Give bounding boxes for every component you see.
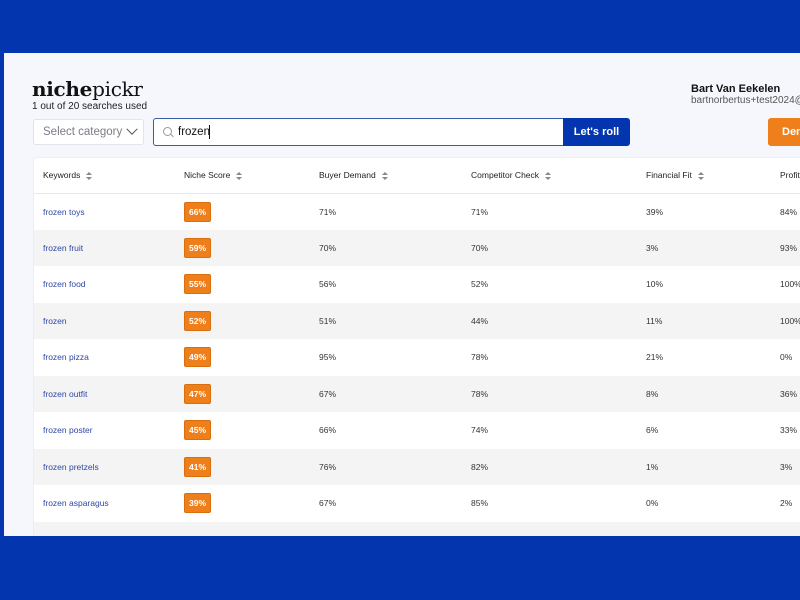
table-row: frozen poster 45% 66% 74% 6% 33%: [34, 412, 800, 449]
financial-fit-value: [637, 521, 771, 536]
table-row: frozen toys 66% 71% 71% 39% 84%: [34, 193, 800, 230]
niche-score-badge: 55%: [184, 274, 212, 295]
logo: nichepickr: [32, 77, 143, 101]
profit-value: 0%: [780, 352, 793, 363]
niche-score-badge: 47%: [184, 383, 212, 404]
category-placeholder: Select category: [43, 126, 123, 138]
profit-value: [771, 521, 800, 536]
competitor-check-value: 78%: [471, 352, 489, 363]
profit-value: 3%: [771, 448, 800, 485]
niche-score-badge: 45%: [184, 420, 212, 441]
results-table: Keywords Niche Score Buyer Demand Compet…: [34, 158, 800, 536]
financial-fit-value: 0%: [646, 498, 659, 509]
demo-button[interactable]: Demo: [768, 118, 800, 146]
financial-fit-value: 11%: [637, 302, 771, 339]
profit-value: 84%: [780, 206, 798, 217]
profit-value: 93%: [771, 229, 800, 266]
search-usage-counter: 1 out of 20 searches used: [32, 101, 148, 112]
buyer-demand-value: 56%: [319, 279, 337, 290]
keyword-link[interactable]: frozen asparagus: [43, 498, 109, 508]
column-header-buyer-demand[interactable]: Buyer Demand: [310, 158, 462, 194]
niche-score-badge: 39%: [184, 493, 212, 514]
financial-fit-value: 3%: [637, 229, 771, 266]
sort-icon[interactable]: [381, 172, 388, 180]
logo-bold: niche: [32, 77, 93, 101]
buyer-demand-value: 70%: [310, 229, 462, 266]
search-submit-button[interactable]: Let's roll: [563, 118, 630, 146]
financial-fit-value: 6%: [646, 425, 659, 436]
table-row: frozen food 55% 56% 52% 10% 100%: [34, 266, 800, 303]
column-header-niche-score[interactable]: Niche Score: [175, 158, 310, 194]
column-header-profit[interactable]: Profit: [771, 158, 800, 194]
table-row: frozen pizza 49% 95% 78% 21% 0%: [34, 339, 800, 376]
table-row: [34, 521, 800, 536]
profit-value: 33%: [780, 425, 798, 436]
competitor-check-value: 44%: [462, 302, 637, 339]
table-row: frozen pretzels 41% 76% 82% 1% 3%: [34, 448, 800, 485]
buyer-demand-value: [310, 521, 462, 536]
keyword-link[interactable]: frozen fruit: [43, 243, 83, 253]
competitor-check-value: 52%: [471, 279, 489, 290]
logo-light: pickr: [92, 77, 143, 101]
competitor-check-value: 74%: [471, 425, 489, 436]
buyer-demand-value: 67%: [310, 375, 462, 412]
competitor-check-value: [462, 521, 637, 536]
niche-score-badge: 52%: [184, 310, 212, 331]
table-row: frozen outfit 47% 67% 78% 8% 36%: [34, 375, 800, 412]
competitor-check-value: 85%: [471, 498, 489, 509]
chevron-down-icon: [126, 123, 138, 135]
profit-value: 2%: [780, 498, 793, 509]
financial-fit-value: 1%: [637, 448, 771, 485]
table-row: frozen asparagus 39% 67% 85% 0% 2%: [34, 485, 800, 522]
sort-icon[interactable]: [236, 172, 243, 180]
app-frame: nichepickr 1 out of 20 searches used Bar…: [4, 53, 800, 536]
table-row: frozen 52% 51% 44% 11% 100%: [34, 302, 800, 339]
text-cursor: [208, 125, 210, 139]
sort-icon[interactable]: [697, 172, 704, 180]
search-field[interactable]: frozen: [153, 118, 564, 146]
buyer-demand-value: 66%: [319, 425, 337, 436]
keyword-link[interactable]: frozen food: [43, 279, 86, 289]
keyword-link[interactable]: frozen outfit: [43, 389, 87, 399]
keyword-link[interactable]: frozen: [43, 316, 67, 326]
niche-score-badge: 49%: [184, 347, 212, 368]
buyer-demand-value: 67%: [319, 498, 337, 509]
column-header-keywords[interactable]: Keywords: [34, 158, 175, 194]
keyword-link[interactable]: frozen toys: [43, 207, 85, 217]
table-row: frozen fruit 59% 70% 70% 3% 93%: [34, 229, 800, 266]
keyword-link[interactable]: frozen poster: [43, 425, 93, 435]
user-email: bartnorbertus+test2024@: [691, 95, 800, 106]
niche-score-badge: 59%: [184, 237, 212, 258]
buyer-demand-value: 51%: [310, 302, 462, 339]
financial-fit-value: 39%: [646, 206, 664, 217]
user-info: Bart Van Eekelen bartnorbertus+test2024@: [691, 83, 800, 106]
competitor-check-value: 78%: [462, 375, 637, 412]
buyer-demand-value: 95%: [319, 352, 337, 363]
financial-fit-value: 21%: [646, 352, 664, 363]
niche-score-badge: 66%: [184, 201, 212, 222]
keyword-link[interactable]: frozen pizza: [43, 352, 89, 362]
buyer-demand-value: 71%: [319, 206, 337, 217]
profit-value: 100%: [780, 279, 800, 290]
competitor-check-value: 82%: [462, 448, 637, 485]
financial-fit-value: 10%: [646, 279, 664, 290]
competitor-check-value: 71%: [471, 206, 489, 217]
table-header-row: Keywords Niche Score Buyer Demand Compet…: [34, 158, 800, 194]
search-input[interactable]: frozen: [178, 126, 210, 138]
buyer-demand-value: 76%: [310, 448, 462, 485]
sort-icon[interactable]: [545, 172, 552, 180]
financial-fit-value: 8%: [637, 375, 771, 412]
category-select[interactable]: Select category: [33, 119, 144, 145]
search-icon: [163, 126, 174, 138]
profit-value: 100%: [771, 302, 800, 339]
keyword-link[interactable]: frozen pretzels: [43, 462, 99, 472]
column-header-financial-fit[interactable]: Financial Fit: [637, 158, 771, 194]
competitor-check-value: 70%: [462, 229, 637, 266]
sort-icon[interactable]: [86, 172, 93, 180]
results-table-container: Keywords Niche Score Buyer Demand Compet…: [33, 157, 800, 536]
niche-score-badge: 41%: [184, 456, 212, 477]
column-header-competitor-check[interactable]: Competitor Check: [462, 158, 637, 194]
user-name: Bart Van Eekelen: [691, 83, 781, 95]
profit-value: 36%: [771, 375, 800, 412]
